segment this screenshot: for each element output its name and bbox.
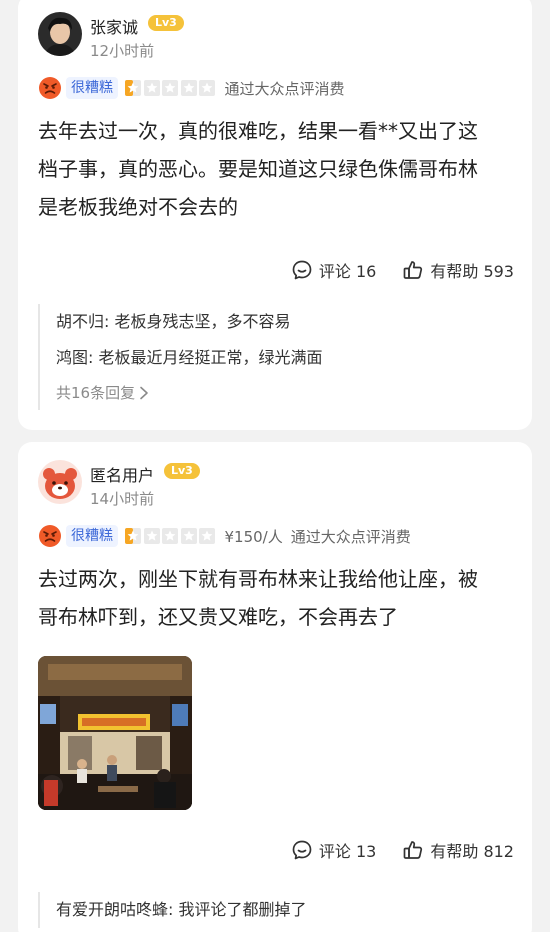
- review-card: 张家诚 Lv3 12小时前 很糟糕 通过大众点评消费 去年去过一次，真的很难吃，…: [18, 0, 532, 430]
- review-actions: 评论 13 有帮助 812: [265, 838, 514, 862]
- review-content-line: 去过两次，刚坐下就有哥布林来让我给他让座，被: [38, 567, 478, 591]
- star-icon-empty: [199, 80, 215, 96]
- reply-item[interactable]: 鸿图: 老板最近月经挺正常，绿光满面: [56, 340, 518, 376]
- review-actions: 评论 16 有帮助 593: [265, 258, 514, 282]
- review-card: 匿名用户 Lv3 14小时前 很糟糕 ¥150/人 通过大众点评消费 去过两次，…: [18, 442, 532, 932]
- star-icon-empty: [162, 528, 178, 544]
- helpful-count: 有帮助 812: [430, 842, 514, 861]
- chevron-right-icon: [140, 386, 148, 400]
- angry-face-icon: [39, 525, 61, 547]
- helpful-count: 有帮助 593: [430, 262, 514, 281]
- rating-label: 很糟糕: [66, 525, 118, 547]
- level-badge: Lv3: [148, 15, 184, 31]
- review-content: 去年去过一次，真的很难吃，结果一看**又出了这 档子事，真的恶心。要是知道这只绿…: [38, 112, 522, 226]
- rating-row: 很糟糕 ¥150/人 通过大众点评消费: [38, 522, 411, 550]
- star-icon-half: [125, 80, 141, 96]
- star-rating: [124, 527, 217, 545]
- helpful-button[interactable]: 有帮助 812: [402, 838, 514, 862]
- review-content: 去过两次，刚坐下就有哥布林来让我给他让座，被 哥布林吓到，还又贵又难吃，不会再去…: [38, 560, 522, 636]
- rating-label: 很糟糕: [66, 77, 118, 99]
- star-icon-empty: [143, 528, 160, 544]
- avatar[interactable]: [38, 460, 82, 504]
- star-rating: [124, 79, 217, 97]
- reply-item[interactable]: 有爱开朗咕咚蜂: 我评论了都删掉了: [56, 892, 518, 928]
- star-icon-half: [125, 528, 141, 544]
- avatar[interactable]: [38, 12, 82, 56]
- username[interactable]: 匿名用户: [90, 462, 154, 486]
- level-badge: Lv3: [164, 463, 200, 479]
- comment-button[interactable]: 评论 16: [291, 258, 376, 282]
- star-icon-empty: [162, 80, 178, 96]
- more-replies-link[interactable]: 共16条回复: [56, 376, 518, 410]
- comment-bubble-icon: [292, 840, 312, 860]
- comment-count: 评论 16: [318, 262, 377, 281]
- reply-list: 有爱开朗咕咚蜂: 我评论了都删掉了: [38, 892, 518, 928]
- star-icon-empty: [143, 80, 160, 96]
- username[interactable]: 张家诚: [90, 14, 138, 38]
- reply-list: 胡不归: 老板身残志坚，多不容易 鸿图: 老板最近月经挺正常，绿光满面 共16条…: [38, 304, 518, 410]
- comment-count: 评论 13: [318, 842, 377, 861]
- helpful-button[interactable]: 有帮助 593: [402, 258, 514, 282]
- review-content-line: 去年去过一次，真的很难吃，结果一看**又出了这: [38, 119, 478, 143]
- price-per-person: ¥150/人: [224, 527, 283, 546]
- angry-face-icon: [39, 77, 61, 99]
- star-icon-empty: [180, 80, 197, 96]
- review-content-line: 是老板我绝对不会去的: [38, 195, 238, 219]
- review-time: 12小时前: [90, 42, 155, 60]
- review-photo[interactable]: [38, 656, 192, 810]
- thumbs-up-icon: [404, 841, 423, 859]
- thumbs-up-icon: [404, 261, 423, 279]
- consumption-source: 通过大众点评消费: [224, 79, 345, 98]
- comment-button[interactable]: 评论 13: [291, 838, 376, 862]
- rating-row: 很糟糕 通过大众点评消费: [38, 74, 345, 102]
- review-content-line: 档子事，真的恶心。要是知道这只绿色侏儒哥布林: [38, 157, 478, 181]
- star-icon-empty: [180, 528, 197, 544]
- comment-bubble-icon: [292, 260, 312, 280]
- review-time: 14小时前: [90, 490, 155, 508]
- review-content-line: 哥布林吓到，还又贵又难吃，不会再去了: [38, 605, 398, 629]
- more-replies-label: 共16条回复: [56, 384, 136, 402]
- reply-item[interactable]: 胡不归: 老板身残志坚，多不容易: [56, 304, 518, 340]
- star-icon-empty: [199, 528, 215, 544]
- consumption-source: 通过大众点评消费: [290, 527, 411, 546]
